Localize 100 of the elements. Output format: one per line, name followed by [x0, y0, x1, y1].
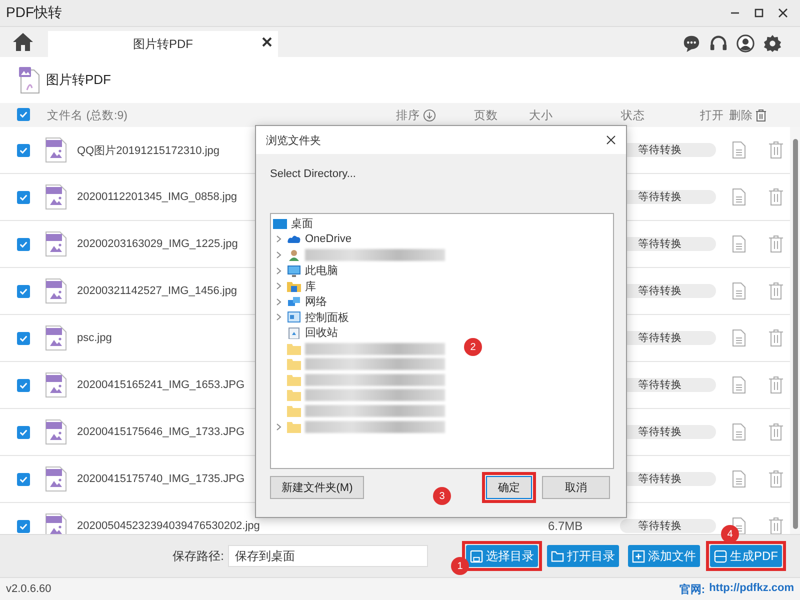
trash-icon[interactable]: [768, 423, 784, 441]
folder-icon: [287, 389, 301, 402]
column-header: 文件名 (总数:9): [47, 108, 128, 122]
save-path-label: 保存路径:: [172, 548, 224, 564]
dialog-button[interactable]: 确定: [486, 476, 532, 499]
trash-icon[interactable]: [768, 376, 784, 394]
action-button[interactable]: 选择目录: [466, 545, 538, 567]
checkbox[interactable]: [17, 426, 30, 438]
save-icon: [470, 550, 483, 562]
checkbox[interactable]: [17, 284, 30, 298]
cloud-icon: [287, 233, 301, 246]
website-label: 官网:: [679, 582, 706, 596]
file-name: 20200203163029_IMG_1225.jpg: [77, 238, 238, 250]
checkbox[interactable]: [17, 378, 30, 392]
document-icon[interactable]: [732, 329, 746, 347]
desktop-icon: [273, 218, 287, 230]
dialog-prompt: Select Directory...: [270, 168, 357, 180]
page-title: 图片转PDF: [46, 71, 111, 89]
sort-down-icon[interactable]: [423, 108, 436, 122]
file-name: 202005045232394039476530202.jpg: [77, 520, 260, 532]
tree-item[interactable]: OneDrive: [305, 233, 352, 246]
column-header: 页数: [474, 108, 499, 122]
trash-icon[interactable]: [768, 282, 784, 300]
trash-icon[interactable]: [768, 188, 784, 206]
dialog-button[interactable]: 取消: [542, 476, 610, 499]
save-path-field[interactable]: 保存到桌面: [228, 545, 428, 567]
tree-item[interactable]: 网络: [305, 294, 327, 310]
tree-item[interactable]: 控制面板: [305, 310, 349, 325]
folder-icon: [287, 404, 301, 417]
trash-icon[interactable]: [768, 329, 784, 347]
tree-item[interactable]: 此电脑: [305, 263, 338, 278]
user-icon[interactable]: [736, 34, 755, 53]
document-icon[interactable]: [732, 423, 746, 441]
folder-icon: [551, 550, 564, 562]
dialog-button[interactable]: 新建文件夹(M): [270, 476, 364, 499]
document-icon[interactable]: [732, 517, 746, 534]
control-panel-icon: [287, 311, 301, 324]
headset-icon[interactable]: [709, 34, 728, 53]
document-icon[interactable]: [732, 470, 746, 488]
document-icon[interactable]: [732, 376, 746, 394]
tab[interactable]: 图片转PDF: [48, 31, 278, 57]
user-icon: [287, 248, 301, 261]
home-icon[interactable]: [12, 32, 34, 52]
close-icon[interactable]: [606, 135, 616, 145]
action-button[interactable]: 打开目录: [547, 545, 619, 567]
close-icon[interactable]: [262, 37, 272, 47]
monitor-icon: [287, 264, 301, 277]
status-pill: 等待转换: [620, 519, 716, 533]
column-header: 状态: [621, 108, 646, 122]
folder-icon: [287, 420, 301, 433]
image-file-icon: [45, 231, 67, 257]
action-button[interactable]: 添加文件: [628, 545, 700, 567]
folder-icon: [287, 358, 301, 370]
scrollbar[interactable]: [790, 127, 800, 534]
trash-icon[interactable]: [768, 470, 784, 488]
document-icon: [714, 550, 727, 562]
close-icon[interactable]: [778, 8, 788, 18]
trash-icon[interactable]: [768, 141, 784, 159]
folder-icon: [287, 374, 301, 386]
column-header[interactable]: 排序: [396, 108, 420, 122]
tree-item[interactable]: 桌面: [291, 216, 313, 232]
settings-icon[interactable]: [763, 34, 782, 53]
file-name: psc.jpg: [77, 332, 112, 344]
image-file-icon: [45, 372, 67, 398]
chat-icon[interactable]: [682, 34, 701, 53]
column-header: 大小: [529, 108, 554, 122]
file-name: 20200415175740_IMG_1735.JPG: [77, 473, 245, 485]
image-file-icon: [45, 137, 67, 163]
dialog-title: 浏览文件夹: [266, 134, 322, 148]
file-name: QQ图片20191215172310.jpg: [77, 144, 220, 158]
document-icon[interactable]: [732, 235, 746, 253]
image-pdf-icon: [18, 66, 40, 94]
website-link[interactable]: http://pdfkz.com: [709, 582, 794, 596]
maximize-icon[interactable]: [754, 8, 764, 18]
network-icon: [287, 296, 301, 308]
action-button[interactable]: 生成PDF: [710, 545, 782, 567]
tree-item[interactable]: 库: [305, 278, 316, 294]
trash-icon[interactable]: [768, 517, 784, 534]
window-title: PDF快转: [6, 4, 63, 22]
document-icon[interactable]: [732, 188, 746, 206]
trash-icon[interactable]: [755, 108, 767, 122]
checkbox[interactable]: [17, 238, 30, 250]
column-header: 删除: [729, 108, 753, 122]
plus-icon: [632, 550, 645, 562]
recycle-bin-icon: [287, 326, 301, 339]
checkbox[interactable]: [17, 108, 30, 121]
image-file-icon: [45, 325, 67, 351]
trash-icon[interactable]: [768, 235, 784, 253]
folder-icon: [287, 342, 301, 355]
tree-item[interactable]: 回收站: [305, 325, 338, 340]
image-file-icon: [45, 466, 67, 492]
checkbox[interactable]: [17, 332, 30, 344]
checkbox[interactable]: [17, 472, 30, 486]
version-text: v2.0.6.60: [6, 583, 52, 595]
document-icon[interactable]: [732, 141, 746, 159]
checkbox[interactable]: [17, 144, 30, 156]
checkbox[interactable]: [17, 520, 30, 532]
document-icon[interactable]: [732, 282, 746, 300]
file-name: 20200415165241_IMG_1653.JPG: [77, 379, 245, 391]
checkbox[interactable]: [17, 190, 30, 204]
